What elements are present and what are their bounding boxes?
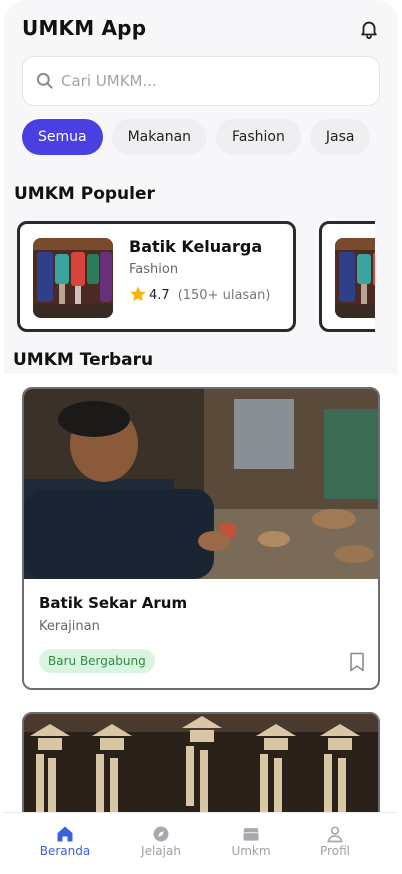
star-icon (129, 285, 147, 303)
nav-label: Beranda (39, 844, 91, 858)
app-title: UMKM App (22, 16, 147, 40)
chip-fashion[interactable]: Fashion (216, 119, 301, 155)
batik-shop-thumbnail (335, 238, 375, 318)
nav-umkm[interactable]: Umkm (216, 813, 286, 874)
bottom-navigation: Beranda Jelajah Umkm Profil (4, 812, 398, 874)
popular-carousel[interactable]: Batik Keluarga Fashion 4.7 (150+ ulasan) (17, 220, 375, 334)
new-badge: Baru Bergabung (39, 649, 155, 673)
rating-score: 4.7 (149, 288, 170, 303)
compass-icon (151, 824, 171, 844)
nav-profil[interactable]: Profil (300, 813, 370, 874)
search-input[interactable] (61, 67, 361, 95)
nav-jelajah[interactable]: Jelajah (126, 813, 196, 874)
popular-card[interactable]: Batik Keluarga Fashion 4.7 (150+ ulasan) (17, 221, 296, 332)
latest-card-name: Batik Sekar Arum (39, 594, 188, 612)
batik-shop-thumbnail (33, 238, 113, 318)
chip-makanan[interactable]: Makanan (111, 119, 208, 155)
nav-label: Jelajah (141, 844, 181, 858)
popular-section-title: UMKM Populer (14, 184, 155, 204)
rating-reviews: (150+ ulasan) (177, 288, 271, 303)
search-bar[interactable] (22, 56, 380, 106)
user-icon (325, 824, 345, 844)
popular-card-name: Batik Keluarga (129, 237, 263, 256)
nav-beranda[interactable]: Beranda (30, 813, 100, 874)
top-panel: UMKM App SemuaMakananFashionJasa UMKM Po… (4, 0, 398, 374)
latest-card-category: Kerajinan (39, 619, 100, 634)
chip-semua[interactable]: Semua (22, 119, 103, 155)
popular-card-category: Fashion (129, 262, 179, 277)
category-chips: Semua Makanan Fashion Jasa (22, 119, 380, 155)
popular-card-next[interactable] (319, 221, 375, 332)
chip-jasa[interactable]: Jasa (309, 119, 371, 155)
store-icon (241, 824, 261, 844)
bell-icon[interactable] (358, 18, 380, 40)
nav-label: Profil (320, 844, 350, 858)
popular-card-rating: 4.7 (150+ ulasan) (129, 285, 270, 305)
search-icon (35, 71, 55, 91)
latest-section-title: UMKM Terbaru (13, 350, 154, 370)
home-icon (55, 824, 75, 844)
nav-label: Umkm (231, 844, 271, 858)
latest-card[interactable]: Batik Sekar Arum Kerajinan Baru Bergabun… (22, 387, 380, 690)
artisan-photo (24, 389, 378, 579)
bookmark-icon[interactable] (349, 652, 365, 672)
